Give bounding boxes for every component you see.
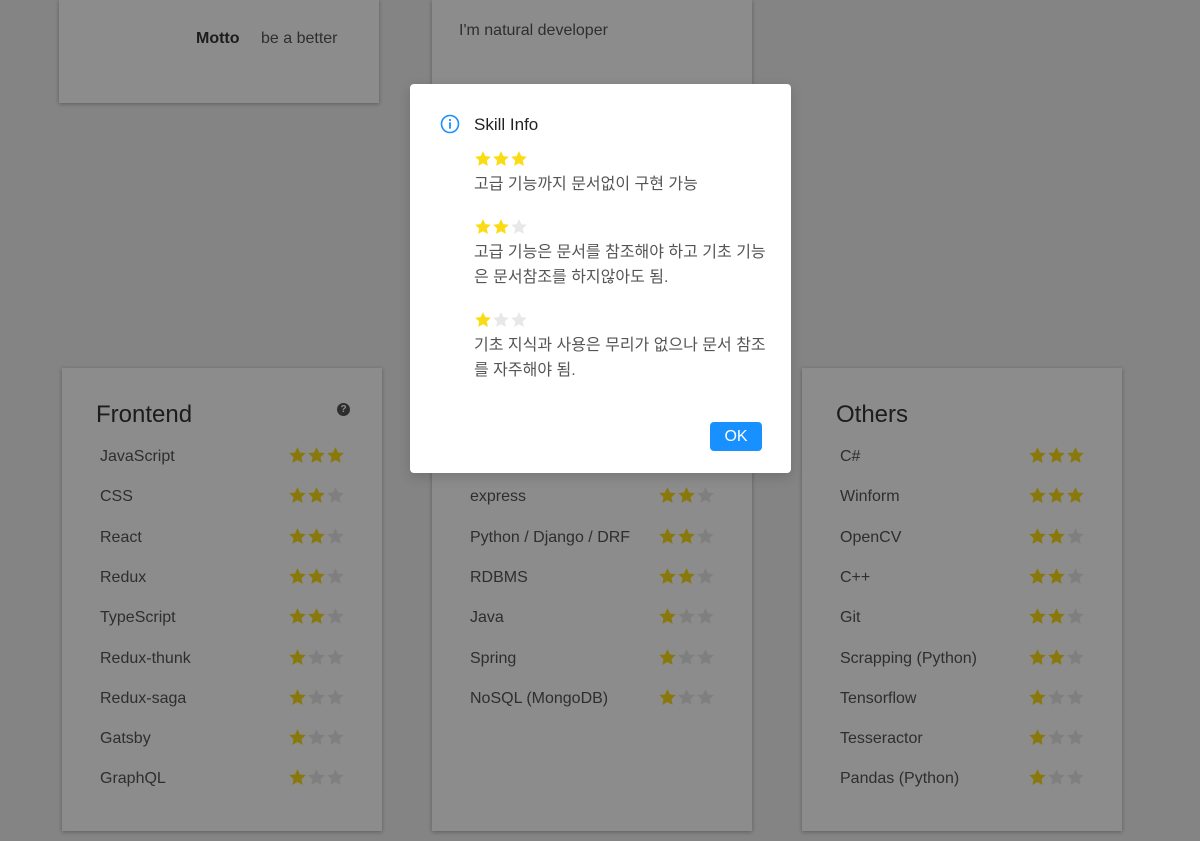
level-description: 고급 기능은 문서를 참조해야 하고 기초 기능은 문서참조를 하지않아도 됨. — [474, 244, 766, 286]
skill-info-modal: Skill Info 고급 기능까지 문서없이 구현 가능 고급 기능은 문서를… — [410, 84, 791, 473]
level-description: 고급 기능까지 문서없이 구현 가능 — [474, 176, 698, 193]
star-filled-icon — [475, 151, 491, 166]
level-info-3: 고급 기능까지 문서없이 구현 가능 — [474, 150, 774, 197]
info-circle-icon — [440, 114, 460, 134]
star-empty-icon — [511, 312, 527, 327]
ok-button[interactable]: OK — [710, 422, 762, 451]
star-empty-icon — [511, 219, 527, 234]
star-filled-icon — [511, 151, 527, 166]
star-rating — [474, 150, 774, 170]
star-empty-icon — [493, 312, 509, 327]
star-rating — [474, 311, 774, 331]
level-description: 기초 지식과 사용은 무리가 없으나 문서 참조를 자주해야 됨. — [474, 337, 766, 379]
level-info-2: 고급 기능은 문서를 참조해야 하고 기초 기능은 문서참조를 하지않아도 됨. — [474, 218, 774, 290]
level-info-1: 기초 지식과 사용은 무리가 없으나 문서 참조를 자주해야 됨. — [474, 311, 774, 383]
star-filled-icon — [475, 219, 491, 234]
modal-title: Skill Info — [474, 115, 539, 134]
star-filled-icon — [493, 219, 509, 234]
star-filled-icon — [493, 151, 509, 166]
star-rating — [474, 218, 774, 238]
star-filled-icon — [475, 312, 491, 327]
